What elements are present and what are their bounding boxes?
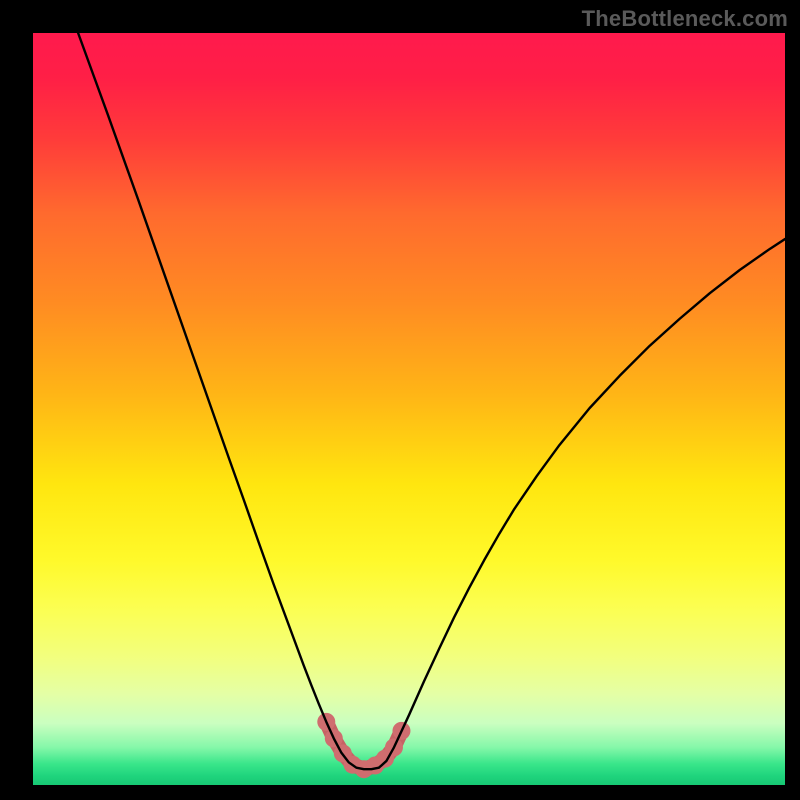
chart-svg	[33, 33, 785, 785]
gradient-background	[33, 33, 785, 785]
watermark-text: TheBottleneck.com	[582, 6, 788, 32]
outer-frame: TheBottleneck.com	[0, 0, 800, 800]
plot-area	[33, 33, 785, 785]
